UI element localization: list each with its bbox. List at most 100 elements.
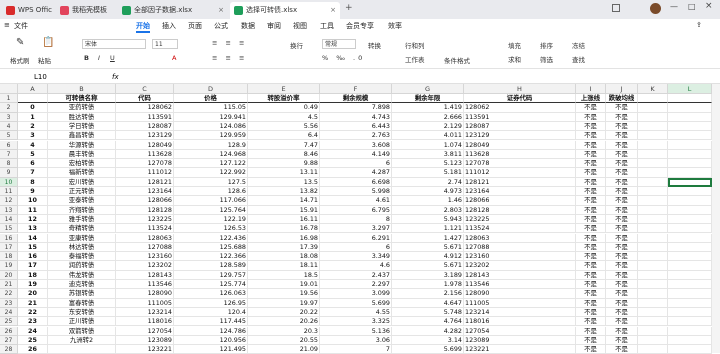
table-cell[interactable]: 奇精转债 (48, 224, 116, 234)
table-cell[interactable] (668, 131, 712, 141)
table-cell[interactable]: 6 (320, 242, 392, 253)
window-layout-icon[interactable] (612, 4, 620, 12)
table-cell[interactable]: 4.912 (392, 252, 464, 262)
table-cell[interactable]: 128063 (116, 233, 174, 243)
table-cell[interactable]: 128090 (116, 289, 174, 299)
header-cell[interactable]: 剩余年限 (392, 94, 464, 104)
table-cell[interactable] (638, 112, 668, 122)
header-cell[interactable]: 跌破均线 (606, 94, 638, 104)
table-cell[interactable]: 1.978 (392, 280, 464, 290)
table-cell[interactable] (668, 112, 712, 122)
fx-icon[interactable]: fx (112, 73, 119, 81)
table-cell[interactable]: 18.08 (248, 252, 320, 262)
table-cell[interactable]: 不是 (576, 335, 606, 346)
underline-icon[interactable]: U (110, 54, 115, 62)
table-cell[interactable]: 128049 (116, 140, 174, 150)
column-header[interactable]: B (48, 84, 116, 94)
table-cell[interactable]: 1.427 (392, 233, 464, 243)
column-header[interactable]: C (116, 84, 174, 94)
table-cell[interactable]: 3.06 (320, 335, 392, 346)
column-header[interactable]: D (174, 84, 248, 94)
table-cell[interactable]: 3.349 (320, 252, 392, 262)
table-cell[interactable]: 117.066 (174, 196, 248, 206)
row-header[interactable]: 17 (0, 242, 18, 253)
table-cell[interactable]: 3.297 (320, 224, 392, 234)
column-header[interactable]: H (464, 84, 576, 94)
header-cell[interactable]: 代码 (116, 94, 174, 104)
find-button[interactable]: 查找 (572, 54, 585, 64)
table-cell[interactable] (668, 298, 712, 308)
row-header[interactable]: 6 (0, 140, 18, 150)
number-format-select[interactable]: 常规 (322, 39, 356, 49)
row-header[interactable]: 19 (0, 261, 18, 271)
convert-button[interactable]: 转换 (368, 40, 381, 50)
table-cell[interactable]: 福新转债 (48, 168, 116, 178)
table-cell[interactable]: 2.803 (392, 205, 464, 215)
row-header[interactable]: 1 (0, 94, 18, 104)
table-cell[interactable]: 122.19 (174, 214, 248, 225)
close-icon[interactable]: × (330, 2, 336, 19)
table-cell[interactable]: 不是 (606, 149, 638, 160)
table-cell[interactable]: 不是 (576, 270, 606, 280)
table-cell[interactable] (638, 177, 668, 187)
table-cell[interactable]: 4.011 (392, 131, 464, 141)
header-cell[interactable]: 证券代码 (464, 94, 576, 104)
table-cell[interactable]: 11 (18, 205, 48, 215)
table-cell[interactable]: 7.898 (320, 103, 392, 113)
table-cell[interactable]: 123202 (464, 261, 576, 271)
maximize-icon[interactable]: □ (688, 2, 696, 11)
table-cell[interactable] (638, 224, 668, 234)
table-cell[interactable]: 不是 (576, 326, 606, 336)
table-cell[interactable]: 4.764 (392, 317, 464, 327)
table-cell[interactable]: 不是 (576, 242, 606, 253)
table-cell[interactable]: 学日转债 (48, 121, 116, 132)
table-cell[interactable]: 123164 (464, 187, 576, 197)
table-cell[interactable]: 不是 (606, 335, 638, 346)
font-select[interactable]: 宋体 (82, 39, 146, 49)
table-cell[interactable]: 不是 (576, 187, 606, 197)
table-cell[interactable]: 113524 (464, 224, 576, 234)
table-cell[interactable]: 5.998 (320, 187, 392, 197)
table-cell[interactable]: 125.764 (174, 205, 248, 215)
menu-file[interactable]: 文件 (14, 21, 28, 31)
table-cell[interactable]: 128062 (116, 103, 174, 113)
paste-button[interactable]: 粘贴 (38, 55, 51, 65)
table-cell[interactable]: 19 (18, 280, 48, 290)
table-cell[interactable] (638, 159, 668, 169)
align-icons[interactable]: ≡ ≡ ≡ (212, 39, 247, 47)
table-cell[interactable] (638, 196, 668, 206)
table-cell[interactable]: 正元转债 (48, 187, 116, 197)
table-cell[interactable]: 115.05 (174, 103, 248, 113)
table-cell[interactable]: 不是 (606, 289, 638, 299)
table-cell[interactable]: 2.156 (392, 289, 464, 299)
table-cell[interactable]: 胜达转债 (48, 112, 116, 122)
row-header[interactable]: 20 (0, 270, 18, 280)
table-cell[interactable]: 128087 (116, 121, 174, 132)
row-header[interactable]: 22 (0, 289, 18, 299)
table-cell[interactable]: 127078 (464, 159, 576, 169)
table-cell[interactable]: 6 (320, 159, 392, 169)
freeze-button[interactable]: 冻结 (572, 40, 585, 50)
table-cell[interactable]: 126.95 (174, 298, 248, 308)
table-cell[interactable]: 不是 (606, 131, 638, 141)
table-cell[interactable]: 13.5 (248, 177, 320, 187)
table-cell[interactable] (638, 289, 668, 299)
table-cell[interactable]: 122.436 (174, 233, 248, 243)
table-cell[interactable] (638, 168, 668, 178)
align-icons-2[interactable]: ≡ ≡ ≡ (212, 54, 247, 62)
table-cell[interactable]: 双箭转债 (48, 326, 116, 336)
table-cell[interactable] (668, 103, 712, 113)
table-cell[interactable]: 6.698 (320, 177, 392, 187)
table-cell[interactable]: 111012 (116, 168, 174, 178)
column-header[interactable]: K (638, 84, 668, 94)
table-cell[interactable]: 16 (18, 252, 48, 262)
row-header[interactable]: 8 (0, 159, 18, 169)
table-cell[interactable] (668, 252, 712, 262)
header-cell[interactable] (638, 94, 668, 104)
header-cell[interactable]: 可转债名称 (48, 94, 116, 104)
table-cell[interactable]: 不是 (576, 159, 606, 169)
table-cell[interactable]: 2.437 (320, 270, 392, 280)
menu-view[interactable]: 视图 (293, 21, 307, 31)
table-cell[interactable]: 8 (18, 177, 48, 187)
header-cell[interactable]: 上涨线 (576, 94, 606, 104)
